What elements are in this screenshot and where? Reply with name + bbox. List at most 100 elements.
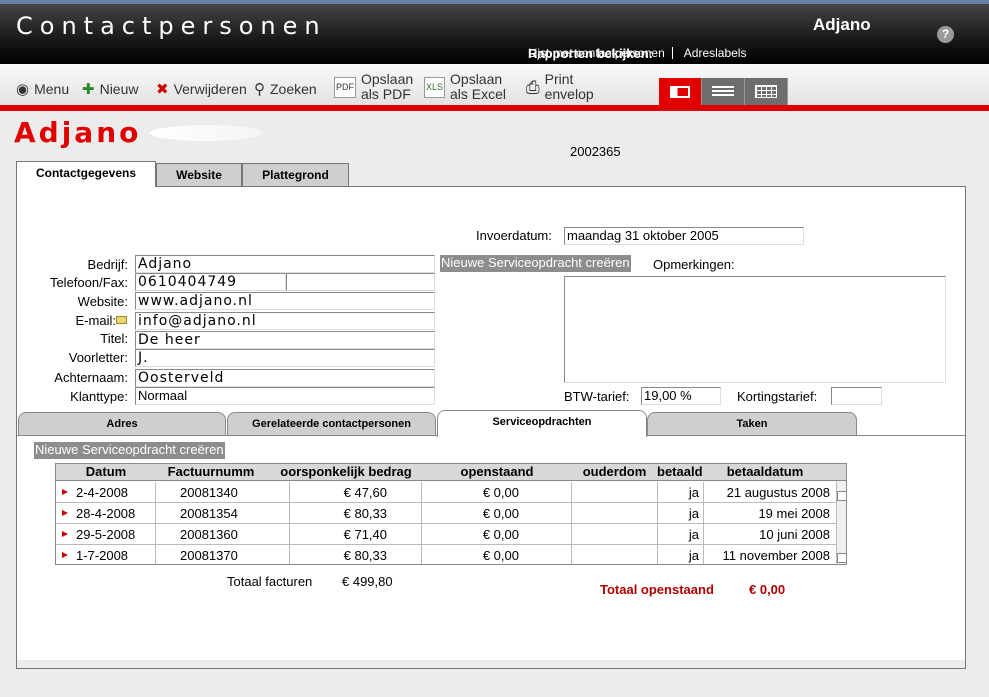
total-invoices-label: Totaal facturen: [227, 574, 313, 589]
single-view-icon: [670, 85, 690, 98]
new-label: Nieuw: [99, 81, 139, 97]
company-logo: Adjano: [14, 116, 142, 149]
cell-paid-date: 10 juni 2008: [759, 527, 830, 542]
report-link-address-labels[interactable]: Adreslabels: [684, 46, 747, 60]
save-excel-button[interactable]: XLS Opslaan als Excel: [424, 72, 506, 102]
tab-website[interactable]: Website: [156, 163, 242, 187]
new-service-order-button-2[interactable]: Nieuwe Serviceopdracht creëren: [34, 442, 225, 459]
search-button[interactable]: ⚲ Zoeken: [254, 80, 317, 98]
scroll-up-icon[interactable]: [837, 491, 846, 501]
printer-icon: ⎙: [526, 77, 540, 97]
lastname-label: Achternaam:: [54, 370, 128, 385]
view-list-button[interactable]: [702, 78, 745, 105]
subtab-taken[interactable]: Taken: [647, 412, 857, 436]
column-header-outstanding[interactable]: openstaand: [422, 464, 572, 481]
total-open-value: € 0,00: [749, 582, 786, 597]
add-icon: ✚: [82, 81, 95, 98]
website-field[interactable]: www.adjano.nl: [135, 292, 435, 310]
save-excel-line2: als Excel: [450, 86, 507, 102]
table-header: Datum Factuurnumm oorsponkelijk bedrag o…: [56, 464, 846, 481]
email-field[interactable]: info@adjano.nl: [135, 312, 435, 330]
cell-age: [572, 524, 658, 545]
remarks-label: Opmerkingen:: [653, 257, 735, 272]
column-header-invoice[interactable]: Factuurnumm: [156, 464, 266, 481]
company-name: Adjano: [813, 15, 871, 34]
app-header: Contactpersonen Adjano ? Rapporten bekij…: [0, 0, 989, 64]
clienttype-field[interactable]: Normaal: [135, 387, 435, 405]
view-grid-button[interactable]: [745, 78, 788, 105]
list-view-icon: [712, 85, 734, 98]
table-row[interactable]: 1-7-2008 20081370 € 80,33 € 0,00 ja 11 n…: [56, 545, 836, 564]
service-orders-table: Datum Factuurnumm oorsponkelijk bedrag o…: [55, 463, 847, 565]
cell-outstanding: € 0,00: [422, 482, 572, 503]
column-header-age[interactable]: ouderdom: [572, 464, 657, 481]
company-field[interactable]: Adjano: [135, 255, 435, 273]
cell-paid: ja: [658, 482, 704, 503]
column-header-date[interactable]: Datum: [56, 464, 156, 481]
subtab-serviceopdrachten[interactable]: Serviceopdrachten: [437, 410, 647, 437]
remarks-textarea[interactable]: [564, 276, 946, 383]
new-service-order-button[interactable]: Nieuwe Serviceopdracht creëren: [440, 255, 631, 272]
view-toggle: [659, 78, 788, 105]
total-open-label: Totaal openstaand: [600, 582, 714, 597]
phone-field[interactable]: 0610404749: [135, 273, 286, 291]
reports-label: Rapporten bekijken:: [528, 46, 653, 61]
column-header-original-amount[interactable]: oorsponkelijk bedrag: [266, 464, 426, 481]
lastname-field[interactable]: Oosterveld: [135, 369, 435, 387]
entry-date-field[interactable]: maandag 31 oktober 2005: [564, 227, 804, 245]
print-envelope-button[interactable]: ⎙ Print envelop: [526, 72, 594, 102]
tab-plattegrond[interactable]: Plattegrond: [242, 163, 349, 187]
table-row[interactable]: 28-4-2008 20081354 € 80,33 € 0,00 ja 19 …: [56, 503, 836, 524]
cell-invoice: 20081370: [156, 545, 290, 564]
total-invoices-value: € 499,80: [342, 574, 393, 589]
search-icon: ⚲: [254, 81, 265, 98]
table-row[interactable]: 2-4-2008 20081340 € 47,60 € 0,00 ja 21 a…: [56, 482, 836, 503]
cell-age: [572, 503, 658, 524]
view-single-button[interactable]: [659, 78, 702, 105]
logo-swoosh: [150, 125, 262, 141]
pdf-icon: PDF: [334, 76, 356, 98]
print-line1: Print: [544, 71, 574, 87]
website-label: Website:: [77, 294, 128, 309]
vat-field[interactable]: 19,00 %: [641, 387, 721, 405]
discount-field[interactable]: [831, 387, 882, 405]
save-pdf-button[interactable]: PDF Opslaan als PDF: [334, 72, 413, 102]
save-pdf-label: Opslaan als PDF: [361, 72, 413, 102]
subtab-adres[interactable]: Adres: [18, 412, 226, 436]
title-field[interactable]: De heer: [135, 331, 435, 349]
menu-icon: ◉: [16, 81, 30, 98]
cell-paid: ja: [658, 503, 704, 524]
print-label: Print envelop: [545, 72, 594, 102]
scroll-down-icon[interactable]: [837, 553, 846, 563]
menu-button[interactable]: ◉ Menu: [16, 80, 69, 98]
table-scrollbar[interactable]: [836, 481, 846, 564]
delete-button[interactable]: ✖ Verwijderen: [156, 80, 247, 98]
initials-label: Voorletter:: [68, 350, 128, 365]
initials-field[interactable]: J.: [135, 349, 435, 367]
cell-date: 28-4-2008: [56, 503, 156, 524]
tab-contactgegevens[interactable]: Contactgegevens: [16, 161, 156, 187]
entry-date-label: Invoerdatum:: [476, 228, 552, 243]
cell-original-amount: € 71,40: [290, 524, 422, 545]
column-header-paid-date[interactable]: betaaldatum: [702, 464, 828, 481]
delete-label: Verwijderen: [173, 81, 247, 97]
cell-invoice: 20081340: [156, 482, 290, 503]
help-icon[interactable]: ?: [937, 26, 954, 43]
fax-field[interactable]: [286, 273, 435, 291]
report-separator: [672, 47, 674, 59]
panel-footer: [16, 660, 966, 669]
delete-icon: ✖: [156, 81, 169, 98]
mail-icon[interactable]: [116, 316, 127, 324]
cell-date: 1-7-2008: [56, 545, 156, 564]
column-header-paid[interactable]: betaald: [657, 464, 703, 481]
cell-outstanding: € 0,00: [422, 503, 572, 524]
save-excel-line1: Opslaan: [450, 71, 503, 87]
subtab-related-contacts[interactable]: Gerelateerde contactpersonen: [227, 412, 436, 436]
cell-original-amount: € 80,33: [290, 503, 422, 524]
company-label: Bedrijf:: [87, 257, 128, 272]
reports-bar: Rapporten bekijken: Lijst met contactper…: [528, 46, 747, 61]
menu-label: Menu: [34, 81, 70, 97]
cell-age: [572, 482, 658, 503]
table-row[interactable]: 29-5-2008 20081360 € 71,40 € 0,00 ja 10 …: [56, 524, 836, 545]
new-button[interactable]: ✚ Nieuw: [82, 80, 138, 98]
